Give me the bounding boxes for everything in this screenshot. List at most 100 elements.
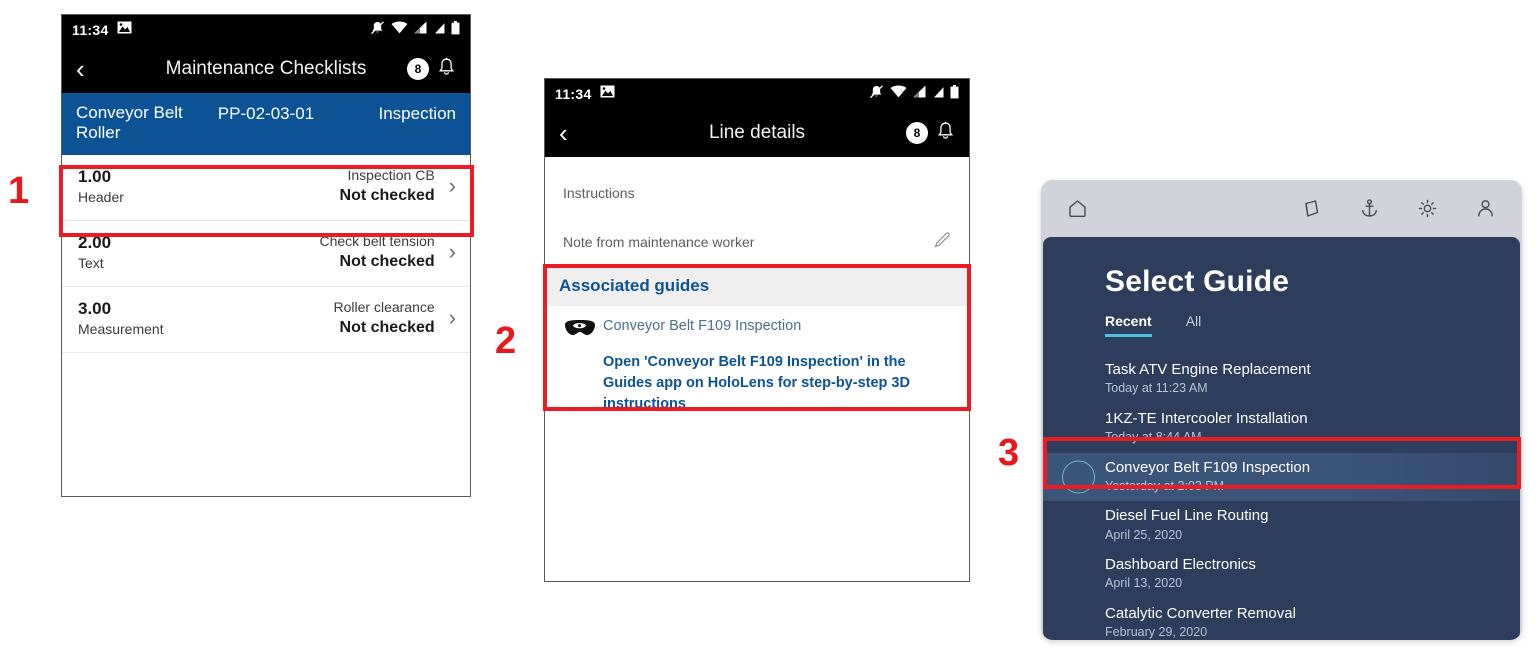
list-item[interactable]: Diesel Fuel Line Routing April 25, 2020	[1043, 501, 1520, 550]
row-left: 3.00 Measurement	[78, 298, 164, 339]
row-number: 1.00	[78, 167, 112, 186]
note-field[interactable]: Note from maintenance worker	[545, 215, 969, 267]
open-in-guides-cta[interactable]: Open 'Conveyor Belt F109 Inspection' in …	[603, 352, 955, 415]
asset-name: Conveyor Belt Roller	[76, 103, 183, 142]
list-item[interactable]: 1KZ-TE Intercooler Installation Today at…	[1043, 404, 1520, 453]
bell-muted-icon	[869, 84, 884, 104]
status-bar-left: 11:34	[555, 85, 615, 103]
associated-guides-section: Associated guides Conveyor Belt F109 Ins…	[545, 267, 969, 430]
table-row[interactable]: 3.00 Measurement Roller clearance Not ch…	[62, 286, 470, 353]
table-row[interactable]: 2.00 Text Check belt tension Not checked…	[62, 220, 470, 287]
row-description: Inspection CB	[347, 167, 435, 184]
associated-guide-link[interactable]: Conveyor Belt F109 Inspection	[603, 316, 955, 336]
bell-muted-icon	[370, 20, 385, 40]
row-type: Measurement	[78, 321, 164, 338]
screenshot-stage: 1 2 3 11:34 ‹ Maintenance Checklists 8 C…	[0, 0, 1536, 658]
row-left: 1.00 Header	[78, 166, 124, 207]
guide-date: Today at 11:23 AM	[1105, 381, 1208, 396]
gear-icon[interactable]	[1417, 198, 1438, 219]
person-icon[interactable]	[1475, 198, 1496, 219]
row-status: Not checked	[339, 187, 435, 205]
list-item-selected[interactable]: Conveyor Belt F109 Inspection Yesterday …	[1043, 452, 1520, 502]
status-bar-left: 11:34	[72, 21, 132, 39]
no-sim-icon	[432, 20, 446, 39]
phone-screen-maintenance-checklists: 11:34 ‹ Maintenance Checklists 8 Conveyo…	[61, 14, 471, 497]
guide-date: Yesterday at 2:03 PM	[1105, 478, 1225, 493]
wifi-icon	[391, 21, 408, 39]
pencil-icon[interactable]	[934, 231, 951, 253]
wifi-icon	[890, 85, 907, 103]
step-marker-3: 3	[998, 432, 1020, 474]
asset-subheader: Conveyor Belt Roller PP-02-03-01 Inspect…	[62, 93, 470, 155]
no-sim-icon	[931, 84, 945, 103]
app-bar: ‹ Maintenance Checklists 8	[62, 45, 470, 93]
associated-guides-header: Associated guides	[545, 267, 969, 306]
guide-name: Catalytic Converter Removal	[1105, 604, 1296, 622]
tab-recent[interactable]: Recent	[1105, 313, 1152, 337]
row-number: 2.00	[78, 232, 112, 252]
status-bar: 11:34	[62, 15, 470, 45]
row-right: Inspection CB Not checked	[340, 166, 435, 206]
box-icon[interactable]	[1301, 198, 1322, 219]
back-button[interactable]: ‹	[559, 120, 568, 146]
list-item[interactable]: Dashboard Electronics April 13, 2020	[1043, 550, 1520, 599]
guide-date: Today at 8:44 AM	[1105, 430, 1202, 444]
signal-icon	[414, 21, 427, 39]
home-icon[interactable]	[1067, 198, 1088, 219]
panel-title: Select Guide	[1105, 265, 1290, 298]
hololens-headset-icon	[563, 318, 597, 338]
signal-icon	[913, 85, 926, 103]
guide-date: April 13, 2020	[1105, 576, 1183, 591]
notification-bell-icon[interactable]	[936, 121, 955, 146]
asset-code: PP-02-03-01	[217, 104, 315, 123]
image-icon	[117, 21, 132, 39]
app-bar-actions: 8	[906, 121, 955, 146]
chevron-right-icon[interactable]: ›	[449, 307, 456, 329]
row-description: Check belt tension	[319, 233, 435, 250]
status-bar-right	[370, 20, 460, 40]
asset-job-type: Inspection	[378, 104, 457, 123]
guide-list: Task ATV Engine Replacement Today at 11:…	[1043, 355, 1520, 640]
status-bar-right	[869, 84, 959, 104]
hololens-tabs: Recent All	[1043, 299, 1520, 337]
status-time: 11:34	[555, 86, 592, 102]
guide-name: 1KZ-TE Intercooler Installation	[1105, 409, 1308, 427]
guide-name: Dashboard Electronics	[1105, 556, 1256, 573]
image-icon	[600, 85, 615, 103]
back-button[interactable]: ‹	[76, 56, 85, 82]
row-right: Check belt tension Not checked	[319, 232, 434, 272]
guide-date: April 25, 2020	[1105, 527, 1183, 542]
notification-count-badge[interactable]: 8	[906, 122, 928, 144]
guide-name: Conveyor Belt F109 Inspection	[1105, 458, 1311, 476]
row-status: Not checked	[339, 319, 435, 337]
hololens-content: Select Guide Recent All Task ATV Engine …	[1043, 237, 1520, 640]
gaze-cursor-ring-icon	[1062, 460, 1095, 494]
list-item[interactable]: Catalytic Converter Removal February 29,…	[1043, 599, 1520, 640]
note-label: Note from maintenance worker	[563, 234, 755, 250]
guide-date: February 29, 2020	[1105, 625, 1208, 639]
row-description: Roller clearance	[333, 299, 435, 316]
app-bar-actions: 8	[407, 57, 456, 82]
step-marker-2: 2	[495, 320, 517, 362]
hololens-select-guide-panel: Select Guide Recent All Task ATV Engine …	[1041, 180, 1522, 640]
row-type: Header	[78, 189, 124, 206]
status-bar: 11:34	[545, 79, 969, 109]
chevron-right-icon[interactable]: ›	[449, 241, 456, 263]
row-status: Not checked	[339, 253, 435, 271]
hololens-toolbar	[1041, 180, 1522, 237]
instructions-field[interactable]: Instructions	[545, 157, 969, 215]
row-left: 2.00 Text	[78, 232, 111, 273]
row-type: Text	[78, 255, 104, 272]
list-item[interactable]: Task ATV Engine Replacement Today at 11:…	[1043, 355, 1520, 404]
guide-name: Diesel Fuel Line Routing	[1105, 507, 1269, 525]
tab-all[interactable]: All	[1186, 313, 1202, 334]
table-row[interactable]: 1.00 Header Inspection CB Not checked ›	[62, 155, 470, 221]
checklist-rows: 1.00 Header Inspection CB Not checked › …	[62, 155, 470, 353]
chevron-right-icon[interactable]: ›	[449, 175, 456, 197]
notification-bell-icon[interactable]	[437, 57, 456, 82]
notification-count-badge[interactable]: 8	[407, 58, 429, 80]
battery-icon	[950, 84, 959, 104]
anchor-icon[interactable]	[1359, 198, 1380, 219]
row-right: Roller clearance Not checked	[334, 298, 435, 338]
battery-icon	[451, 20, 460, 40]
